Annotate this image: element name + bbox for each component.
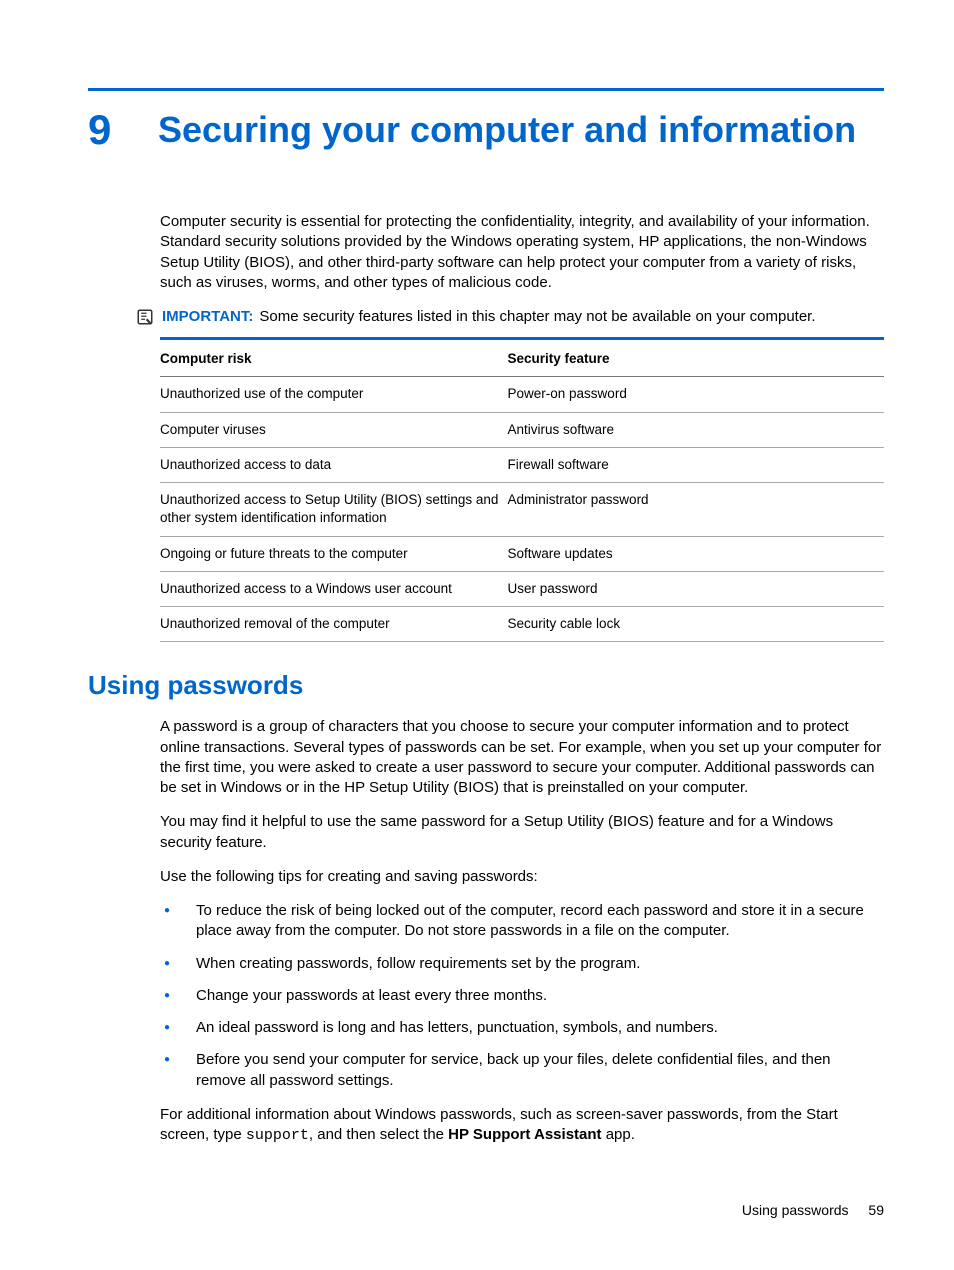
chapter-top-rule bbox=[88, 88, 884, 91]
important-note: IMPORTANT: Some security features listed … bbox=[136, 307, 884, 327]
cell-risk: Unauthorized removal of the computer bbox=[160, 607, 508, 642]
page-number: 59 bbox=[868, 1202, 884, 1218]
cell-risk: Unauthorized access to a Windows user ac… bbox=[160, 571, 508, 606]
section-paragraph-2: You may find it helpful to use the same … bbox=[160, 812, 884, 853]
cell-risk: Unauthorized use of the computer bbox=[160, 377, 508, 412]
page-footer: Using passwords 59 bbox=[742, 1201, 884, 1220]
cell-risk: Ongoing or future threats to the compute… bbox=[160, 536, 508, 571]
para4-mid: , and then select the bbox=[309, 1126, 448, 1143]
table-header-feature: Security feature bbox=[508, 340, 884, 377]
section-paragraph-3: Use the following tips for creating and … bbox=[160, 867, 884, 887]
tips-list: To reduce the risk of being locked out o… bbox=[160, 901, 884, 1091]
cell-feature: Software updates bbox=[508, 536, 884, 571]
section-heading: Using passwords bbox=[88, 668, 884, 703]
para4-post: app. bbox=[602, 1126, 635, 1143]
footer-label: Using passwords bbox=[742, 1202, 849, 1218]
section-paragraph-4: For additional information about Windows… bbox=[160, 1105, 884, 1147]
cell-risk: Computer viruses bbox=[160, 412, 508, 447]
intro-paragraph: Computer security is essential for prote… bbox=[160, 212, 884, 293]
cell-feature: Power-on password bbox=[508, 377, 884, 412]
chapter-title: Securing your computer and information bbox=[158, 107, 856, 152]
table-row: Unauthorized removal of the computer Sec… bbox=[160, 607, 884, 642]
cell-feature: Security cable lock bbox=[508, 607, 884, 642]
note-icon bbox=[136, 308, 154, 326]
cell-feature: Firewall software bbox=[508, 447, 884, 482]
table-row: Computer viruses Antivirus software bbox=[160, 412, 884, 447]
table-row: Unauthorized access to data Firewall sof… bbox=[160, 447, 884, 482]
table-row: Unauthorized access to Setup Utility (BI… bbox=[160, 483, 884, 536]
cell-feature: Administrator password bbox=[508, 483, 884, 536]
list-item: When creating passwords, follow requirem… bbox=[160, 954, 884, 974]
risk-feature-table: Computer risk Security feature Unauthori… bbox=[160, 340, 884, 642]
table-row: Ongoing or future threats to the compute… bbox=[160, 536, 884, 571]
cell-feature: Antivirus software bbox=[508, 412, 884, 447]
table-row: Unauthorized use of the computer Power-o… bbox=[160, 377, 884, 412]
chapter-number: 9 bbox=[88, 109, 118, 151]
list-item: Before you send your computer for servic… bbox=[160, 1050, 884, 1091]
para4-bold: HP Support Assistant bbox=[448, 1126, 601, 1143]
important-label: IMPORTANT: bbox=[162, 308, 253, 325]
section-paragraph-1: A password is a group of characters that… bbox=[160, 717, 884, 798]
para4-code: support bbox=[246, 1127, 309, 1144]
cell-risk: Unauthorized access to data bbox=[160, 447, 508, 482]
chapter-header: 9 Securing your computer and information bbox=[88, 107, 884, 152]
table-row: Unauthorized access to a Windows user ac… bbox=[160, 571, 884, 606]
list-item: To reduce the risk of being locked out o… bbox=[160, 901, 884, 942]
important-text: Some security features listed in this ch… bbox=[259, 308, 815, 325]
cell-feature: User password bbox=[508, 571, 884, 606]
cell-risk: Unauthorized access to Setup Utility (BI… bbox=[160, 483, 508, 536]
list-item: An ideal password is long and has letter… bbox=[160, 1018, 884, 1038]
important-text-wrapper: IMPORTANT: Some security features listed … bbox=[162, 307, 816, 327]
table-header-risk: Computer risk bbox=[160, 340, 508, 377]
list-item: Change your passwords at least every thr… bbox=[160, 986, 884, 1006]
